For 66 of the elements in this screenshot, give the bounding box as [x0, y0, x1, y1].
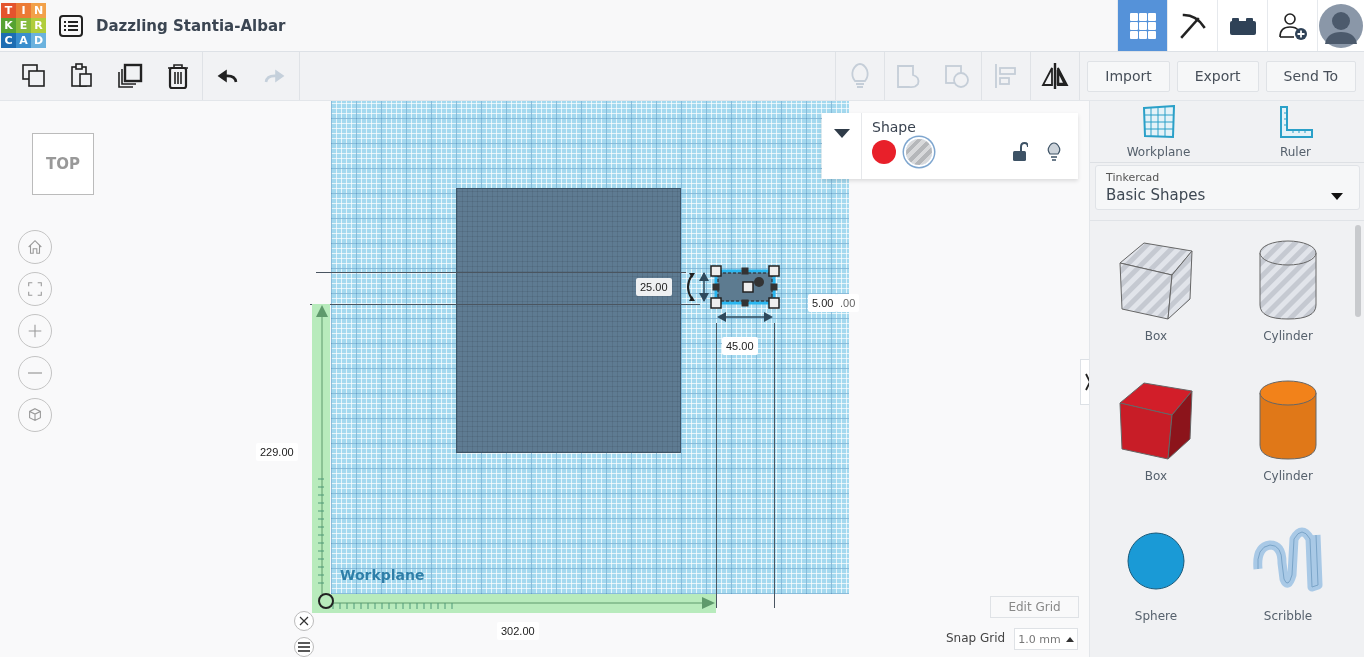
edit-grid-button[interactable]: Edit Grid: [990, 596, 1079, 618]
mirror-icon: [1040, 61, 1071, 91]
design-title[interactable]: Dazzling Stantia-Albar: [96, 16, 286, 35]
close-ruler-button[interactable]: [294, 611, 314, 631]
logo-tile: N: [31, 3, 46, 18]
add-user-icon: [1277, 10, 1308, 41]
snap-grid-label: Snap Grid: [946, 631, 1006, 645]
caret-icon: [833, 129, 850, 139]
height-value-label[interactable]: 25.00: [636, 278, 672, 296]
caret-icon: [1065, 636, 1074, 642]
logo[interactable]: T I N K E R C A D: [1, 3, 46, 48]
cylinder-shape-item[interactable]: Cylinder: [1222, 237, 1354, 377]
ruler-length-label[interactable]: 302.00: [497, 622, 539, 640]
logo-tile: I: [16, 3, 31, 18]
workplane-label: Workplane: [340, 567, 425, 583]
avatar[interactable]: [1317, 0, 1364, 51]
logo-tile: D: [31, 33, 46, 48]
zoom-in-icon: [26, 322, 44, 340]
brick-icon: [1228, 15, 1257, 36]
box-shape-item[interactable]: Box: [1090, 237, 1222, 377]
elevation-value-label: .00: [836, 294, 860, 312]
action-button[interactable]: Import: [1087, 60, 1170, 92]
sphere-shape-item[interactable]: Sphere: [1090, 517, 1222, 657]
copy-icon: [20, 62, 48, 90]
scribble-shape-item[interactable]: Scribble: [1222, 517, 1354, 657]
logo-tile: C: [1, 33, 16, 48]
pickaxe-tab[interactable]: [1167, 0, 1217, 51]
close-icon: [299, 616, 309, 626]
user-silhouette-icon: [1319, 3, 1363, 48]
home-icon: [26, 238, 44, 256]
ruler-tool-button[interactable]: Ruler: [1227, 101, 1364, 163]
library-caption: Tinkercad: [1106, 171, 1160, 185]
box-shape-item[interactable]: Box: [1090, 377, 1222, 517]
padlock-icon[interactable]: [1012, 142, 1028, 162]
fit-icon: [26, 280, 44, 298]
hole-swatch[interactable]: [906, 139, 932, 165]
user-add-tab[interactable]: [1267, 0, 1317, 51]
grid-plane-icon: [1140, 104, 1177, 139]
duplicate-icon: [116, 62, 144, 90]
logo-tile: K: [1, 18, 16, 33]
logo-tile: E: [16, 18, 31, 33]
list-icon[interactable]: [59, 14, 83, 37]
ruler-length-label[interactable]: 229.00: [256, 443, 298, 461]
logo-tile: R: [31, 18, 46, 33]
solid-color-swatch[interactable]: [872, 140, 896, 164]
grid-icon: [1129, 12, 1156, 39]
brick-tab[interactable]: [1217, 0, 1267, 51]
perspective-icon: [26, 406, 44, 424]
workplane-tool-button[interactable]: Workplane: [1090, 101, 1227, 163]
action-button[interactable]: Send To: [1265, 60, 1356, 92]
menu-icon: [298, 642, 310, 652]
origin-marker[interactable]: [317, 592, 335, 610]
lightbulb-icon[interactable]: [1046, 142, 1062, 162]
cylinder-shape-item[interactable]: Cylinder: [1222, 377, 1354, 517]
caret-icon: [1331, 193, 1343, 201]
shape-library-dropdown[interactable]: Tinkercad Basic Shapes: [1095, 165, 1360, 210]
ruler-icon: [1277, 104, 1314, 139]
inspector-title: Shape: [872, 119, 917, 135]
width-value-label[interactable]: 45.00: [722, 337, 758, 355]
logo-tile: T: [1, 3, 16, 18]
elevation-value-label[interactable]: 5.00: [808, 294, 838, 312]
logo-tile: A: [16, 33, 31, 48]
action-button[interactable]: Export: [1176, 60, 1259, 92]
library-value: Basic Shapes: [1106, 186, 1206, 205]
snap-grid-dropdown[interactable]: 1.0 mm: [1014, 628, 1078, 650]
ruler-menu-button[interactable]: [294, 637, 314, 657]
